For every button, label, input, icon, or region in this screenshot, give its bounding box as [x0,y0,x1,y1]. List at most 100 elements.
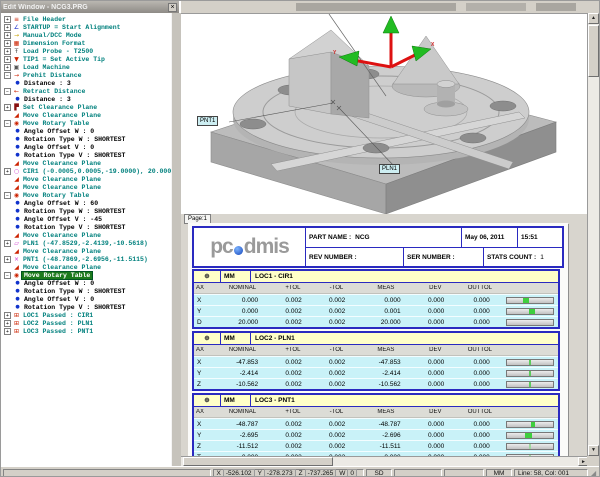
tree-item[interactable]: +→Manual/DCC Mode [1,31,171,39]
tree-item[interactable]: ●Rotation Type V : SHORTEST [14,151,171,159]
deviation-marker [529,360,531,365]
tree-item[interactable]: +≡File Header [1,15,171,23]
section-header[interactable]: ⊕MMLOC1 - CIR1 [194,271,558,283]
graphics-viewport[interactable]: PNT1 PLN1 X Y [181,13,589,214]
tree-item[interactable]: +▛Set Clearance Plane [1,103,171,111]
expand-icon[interactable]: + [4,40,11,47]
expand-icon[interactable]: + [4,312,11,319]
expand-icon[interactable]: + [4,16,11,23]
resize-grip[interactable]: ◢ [590,469,599,477]
report-viewport[interactable]: Page:1 pc dmis PART NAME : NCG Ma [181,214,589,456]
tree-item[interactable]: ●Angle Offset W : 60 [14,199,171,207]
tree-item[interactable]: −◉Move Rotary Table [1,119,171,127]
deviation-bar-cell [503,443,558,450]
rev-number-cell: REV NUMBER : [306,248,404,266]
coord-value: 0 [347,469,357,477]
expand-icon[interactable]: + [4,240,11,247]
tree-item[interactable]: +ŦLoad Probe - T2500 [1,47,171,55]
tree-item[interactable]: −◉Move Rotary Table [1,191,171,199]
tree-item[interactable]: +⊞LOC3 Passed : PNT1 [1,327,171,335]
tree-item[interactable]: −◉Move Rotary Table [1,271,171,279]
tree-item[interactable]: ●Rotation Type W : SHORTEST [14,207,171,215]
deviation-marker [529,371,531,376]
collapse-icon[interactable]: − [4,272,11,279]
tree-item[interactable]: ●Rotation Type V : SHORTEST [14,303,171,311]
expand-icon[interactable]: + [4,48,11,55]
tree-item[interactable]: +▣Load Machine [1,63,171,71]
bullet-icon: ● [14,200,21,206]
value-cell: 0.002 [315,308,359,315]
collapse-icon[interactable]: − [4,72,11,79]
tree-item[interactable]: +▼TIP1 = Set Active Tip [1,55,171,63]
expand-icon[interactable]: + [4,104,11,111]
tree-item[interactable]: ●Angle Offset V : -45 [14,215,171,223]
bullet-icon: ● [14,128,21,134]
tree-item[interactable]: +○CIR1 (-0.0005,0.0005,-19.0000), 20.000… [1,167,171,175]
tree-item[interactable]: +×PNT1 (-48.7869,-2.6956,-11.5115) [1,255,171,263]
column-header: AX [194,347,214,353]
tree-item[interactable]: ●Distance : 3 [14,79,171,87]
tree-item[interactable]: ◢Move Clearance Plane [1,111,171,119]
tree-item-label: Rotation Type V : SHORTEST [23,224,126,231]
panel-divider[interactable] [171,13,181,466]
tree-item-label: Move Rotary Table [22,120,90,127]
section-header[interactable]: ⊕MMLOC2 - PLN1 [194,333,558,345]
close-icon[interactable]: × [168,3,177,12]
expand-icon[interactable]: + [4,32,11,39]
expand-icon[interactable]: + [4,328,11,335]
vertical-scrollbar[interactable]: ▲ ▼ [587,13,599,456]
tree-item[interactable]: ◢Move Clearance Plane [1,263,171,271]
deviation-bar-cell [503,297,558,304]
value-cell: 0.000 [457,432,503,439]
expand-icon[interactable]: + [4,24,11,31]
collapse-icon[interactable]: − [4,88,11,95]
scroll-up-icon[interactable]: ▲ [588,13,599,24]
expand-icon[interactable]: + [4,56,11,63]
move-clearance-plane-icon: ◢ [13,264,20,271]
column-header-row: AXNOMINAL+TOL-TOLMEASDEVOUTTOL [194,345,558,356]
tree-item[interactable]: ●Angle Offset V : 0 [14,295,171,303]
axis-y-label: Y [333,50,336,56]
ser-number-cell: SER NUMBER : [404,248,484,266]
tree-item[interactable]: −→Prehit Distance [1,71,171,79]
value-cell: 0.000 [414,370,458,377]
tree-item[interactable]: ◢Move Clearance Plane [1,175,171,183]
tree-item-label: Move Clearance Plane [22,176,102,183]
tree-item[interactable]: +▱PLN1 (-47.8529,-2.4139,-10.5618) [1,239,171,247]
tree-item[interactable]: ◢Move Clearance Plane [1,183,171,191]
tree-item[interactable]: +∠STARTUP = Start Alignment [1,23,171,31]
value-cell: -47.853 [358,359,413,366]
horizontal-scroll-thumb[interactable] [183,457,333,466]
expand-icon[interactable]: + [4,256,11,263]
tree-item[interactable]: ●Angle Offset V : 0 [14,143,171,151]
scroll-down-icon[interactable]: ▼ [588,445,599,456]
tree-item[interactable]: −←Retract Distance [1,87,171,95]
tree-item[interactable]: +⊞LOC1 Passed : CIR1 [1,311,171,319]
tree-item[interactable]: ●Rotation Type W : SHORTEST [14,287,171,295]
file-header-icon: ≡ [13,16,20,23]
tree-item[interactable]: ●Angle Offset W : 0 [14,127,171,135]
tree-item[interactable]: +▦Dimension Format [1,39,171,47]
tree-item[interactable]: ●Rotation Type V : SHORTEST [14,223,171,231]
feature-label-pln1[interactable]: PLN1 [379,164,400,174]
section-header[interactable]: ⊕MMLOC3 - PNT1 [194,395,558,407]
expand-icon[interactable]: + [4,64,11,71]
collapse-icon[interactable]: − [4,120,11,127]
feature-label-pnt1[interactable]: PNT1 [197,116,218,126]
horizontal-scrollbar[interactable]: ► [181,456,589,466]
tree-item[interactable]: ●Angle Offset W : 0 [14,279,171,287]
section-title: LOC1 - CIR1 [251,273,558,280]
expand-icon[interactable]: + [4,168,11,175]
tree-item[interactable]: ◢Move Clearance Plane [1,247,171,255]
edit-window-tree[interactable]: +≡File Header+∠STARTUP = Start Alignment… [1,13,171,466]
deviation-bar-cell [503,381,558,388]
expand-icon[interactable]: + [4,320,11,327]
tree-item[interactable]: +⊞LOC2 Passed : PLN1 [1,319,171,327]
tree-item[interactable]: ●Distance : 3 [14,95,171,103]
vertical-scroll-thumb[interactable] [588,25,599,77]
collapse-icon[interactable]: − [4,192,11,199]
edit-window-titlebar[interactable]: Edit Window - NCG3.PRG × [1,1,179,13]
tree-item[interactable]: ◢Move Clearance Plane [1,159,171,167]
tree-item[interactable]: ●Rotation Type W : SHORTEST [14,135,171,143]
tree-item[interactable]: ◢Move Clearance Plane [1,231,171,239]
